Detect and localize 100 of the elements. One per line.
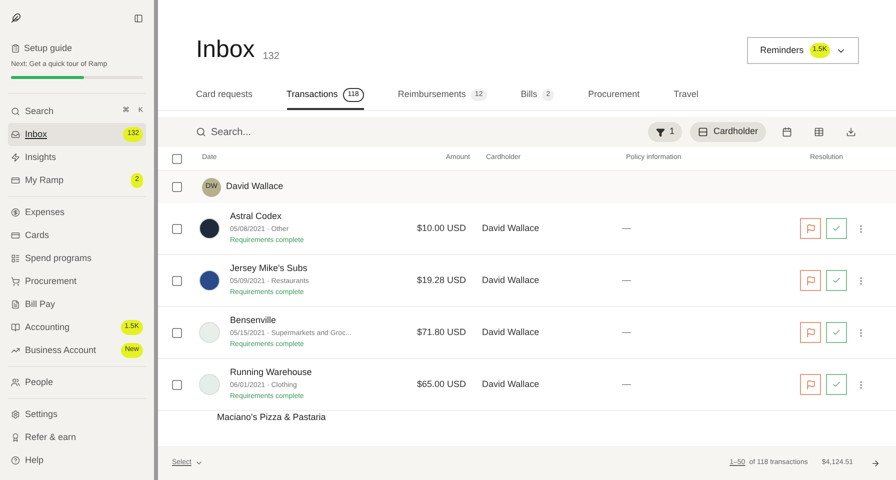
tab-label: Transactions (286, 88, 338, 102)
policy-cell-text: — (622, 222, 632, 235)
approve-button[interactable] (826, 218, 847, 239)
merchant-logo (199, 322, 220, 343)
group-name: David Wallace (226, 180, 284, 194)
tab-label: Procurement (588, 88, 640, 102)
sidebar-item[interactable]: People (8, 371, 146, 394)
flag-icon (806, 276, 816, 286)
merchant-name: Bensenville (230, 314, 278, 328)
sidebar-item[interactable]: Cards (8, 224, 146, 247)
sidebar-item-label: Expenses (25, 206, 66, 219)
tab-label: Reimbursements (398, 88, 466, 102)
checkbox[interactable] (172, 182, 182, 192)
cardholder-cell-text: David Wallace (482, 274, 540, 287)
checkbox[interactable] (172, 154, 182, 164)
sidebar-item-label: Inbox (25, 128, 48, 141)
sidebar-item-label: Insights (25, 150, 58, 164)
flag-icon (806, 328, 816, 338)
clipboard-icon (11, 44, 20, 54)
flag-button[interactable] (800, 374, 821, 395)
collapse-sidebar-icon[interactable] (134, 14, 143, 22)
flag-icon (806, 380, 816, 390)
flag-icon (806, 224, 816, 234)
amount-cell-text: $71.80 USD (416, 326, 466, 339)
merchant-name: Astral Codex (230, 210, 283, 224)
check-icon (832, 276, 841, 285)
sidebar-item[interactable]: Expenses (8, 201, 146, 224)
page-count: 132 (262, 50, 280, 64)
search-field[interactable]: Search... (211, 124, 331, 140)
filter-icon (656, 128, 666, 136)
document-icon (11, 300, 20, 309)
chevron-down-icon (195, 459, 204, 467)
checkbox[interactable] (172, 328, 182, 338)
merchant-logo (199, 218, 220, 239)
dollar-icon (11, 208, 20, 217)
merchant-name: Jersey Mike's Subs (230, 262, 308, 276)
policy-cell-text: — (622, 326, 632, 339)
flag-button[interactable] (800, 218, 821, 239)
tab[interactable]: Travel (674, 84, 698, 110)
rows-icon (698, 127, 708, 137)
sidebar-item[interactable]: Refer & earn (8, 426, 146, 449)
logo-icon (11, 13, 21, 23)
sidebar-item-label: Settings (25, 408, 59, 421)
cart-icon (11, 277, 20, 286)
columns-icon[interactable] (814, 127, 824, 137)
trend-icon (11, 346, 20, 355)
card-icon (11, 176, 20, 185)
sidebar-item[interactable]: Bill Pay (8, 293, 146, 316)
checkbox[interactable] (172, 224, 182, 234)
flag-button[interactable] (800, 322, 821, 343)
approve-button[interactable] (826, 374, 847, 395)
search-icon (11, 107, 20, 116)
policy-cell-text: — (622, 274, 632, 287)
sidebar-item-label: Help (25, 454, 45, 467)
help-icon (11, 456, 20, 465)
amount-cell-text: $19.28 USD (416, 274, 466, 287)
cardholder-cell-text: David Wallace (482, 378, 540, 391)
checkbox[interactable] (172, 276, 182, 286)
approve-button[interactable] (826, 322, 847, 343)
merchant-name: Running Warehouse (230, 366, 313, 380)
sidebar-item-label: Spend programs (25, 252, 93, 265)
merchant-logo (199, 374, 220, 395)
sidebar-item[interactable]: Procurement (8, 270, 146, 293)
approve-button[interactable] (826, 270, 847, 291)
checkbox[interactable] (172, 380, 182, 390)
award-icon (11, 433, 20, 442)
check-icon (832, 380, 841, 389)
list-icon (11, 254, 20, 263)
lightning-icon (11, 153, 20, 162)
cardholder-cell-text: David Wallace (482, 222, 540, 235)
group-by-button[interactable]: Cardholder (690, 122, 766, 142)
amount-cell-text: $10.00 USD (416, 222, 466, 235)
sidebar-item-label: My Ramp (25, 174, 65, 187)
check-icon (832, 328, 841, 337)
cardholder-cell-text: David Wallace (482, 326, 540, 339)
merchant-logo (199, 270, 220, 291)
card-icon (11, 231, 20, 240)
next-page-icon[interactable] (871, 458, 880, 468)
download-icon[interactable] (846, 127, 856, 137)
sidebar-item-label: Bill Pay (25, 298, 56, 311)
setup-guide-link[interactable]: Setup guide (24, 42, 72, 56)
calendar-icon[interactable] (782, 127, 792, 137)
inbox-icon (11, 130, 20, 139)
sidebar-item[interactable]: Insights (8, 146, 146, 169)
sidebar-item[interactable]: Help (8, 449, 146, 472)
tab[interactable]: Procurement (588, 84, 640, 110)
flag-button[interactable] (800, 270, 821, 291)
sidebar-item-label: People (25, 376, 54, 389)
amount-cell-text: $65.00 USD (416, 378, 466, 391)
sidebar-item-label: Cards (25, 228, 50, 242)
settings-icon (11, 410, 20, 419)
filter-button[interactable]: 1 (648, 122, 682, 142)
tab-label: Bills (520, 88, 538, 102)
sidebar-item-label: Procurement (25, 274, 78, 288)
sidebar-item[interactable]: Spend programs (8, 247, 146, 270)
tab[interactable]: Card requests (196, 84, 253, 110)
tab-label: Travel (674, 88, 698, 102)
people-icon (11, 378, 20, 387)
policy-cell-text: — (622, 378, 632, 391)
sidebar-item[interactable]: Settings (8, 403, 146, 426)
